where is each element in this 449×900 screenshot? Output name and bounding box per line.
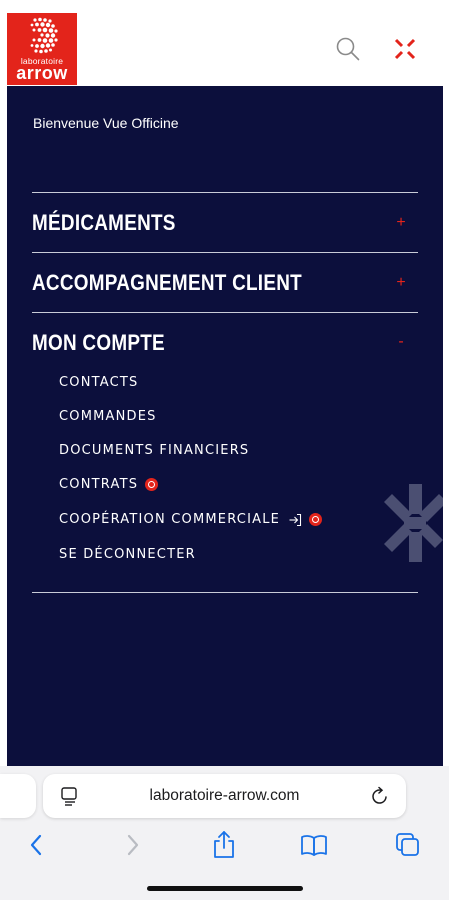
back-icon[interactable] — [22, 830, 52, 860]
search-icon — [336, 37, 360, 61]
close-icon — [394, 38, 416, 60]
account-link-label: COMMANDES — [59, 409, 157, 424]
account-link-cooperation-commerciale[interactable]: COOPÉRATION COMMERCIALE — [59, 512, 323, 527]
account-link-label: COOPÉRATION COMMERCIALE — [59, 512, 281, 527]
alert-badge-icon — [145, 478, 159, 491]
tabs-icon[interactable] — [393, 830, 423, 860]
search-button[interactable] — [334, 35, 362, 63]
account-link-contrats[interactable]: CONTRATS — [59, 477, 159, 492]
decorative-asterisk-icon — [384, 484, 443, 562]
account-link-label: DOCUMENTS FINANCIERS — [59, 443, 250, 458]
external-login-icon — [289, 513, 302, 526]
collapse-mon-compte-toggle[interactable]: - — [393, 333, 409, 351]
menu-separator — [32, 192, 418, 193]
alert-badge-icon — [309, 513, 323, 526]
account-link-contacts[interactable]: CONTACTS — [59, 375, 139, 390]
previous-tab-preview[interactable] — [0, 774, 36, 818]
account-link-label: CONTRATS — [59, 477, 139, 492]
menu-section-mon-compte[interactable]: MON COMPTE — [32, 330, 165, 356]
laboratoire-arrow-logo[interactable]: laboratoire arrow — [7, 13, 77, 85]
forward-icon[interactable] — [117, 830, 147, 860]
share-icon[interactable] — [209, 830, 239, 860]
bookmarks-icon[interactable] — [299, 830, 329, 860]
home-indicator — [147, 886, 303, 891]
reload-icon[interactable] — [370, 786, 390, 806]
menu-separator — [32, 252, 418, 253]
navigation-menu: Bienvenue Vue Officine MÉDICAMENTS + ACC… — [7, 86, 443, 766]
account-link-documents-financiers[interactable]: DOCUMENTS FINANCIERS — [59, 443, 249, 458]
menu-separator — [32, 312, 418, 313]
expand-accompagnement-toggle[interactable]: + — [393, 274, 409, 292]
site-header: laboratoire arrow — [0, 0, 449, 86]
logo-mark-icon — [30, 17, 58, 54]
welcome-text: Bienvenue Vue Officine — [33, 115, 179, 131]
expand-medicaments-toggle[interactable]: + — [393, 214, 409, 232]
account-link-se-deconnecter[interactable]: SE DÉCONNECTER — [59, 547, 196, 562]
menu-separator — [32, 592, 418, 593]
address-bar[interactable]: laboratoire-arrow.com — [43, 774, 406, 818]
menu-section-accompagnement-client[interactable]: ACCOMPAGNEMENT CLIENT — [32, 270, 302, 296]
account-link-label: SE DÉCONNECTER — [59, 547, 196, 562]
close-menu-button[interactable] — [391, 35, 419, 63]
account-link-commandes[interactable]: COMMANDES — [59, 409, 157, 424]
menu-section-medicaments[interactable]: MÉDICAMENTS — [32, 210, 176, 236]
account-link-label: CONTACTS — [59, 375, 139, 390]
browser-toolbar: laboratoire-arrow.com — [0, 766, 449, 900]
logo-text-main: arrow — [16, 63, 68, 83]
url-text: laboratoire-arrow.com — [149, 787, 300, 804]
